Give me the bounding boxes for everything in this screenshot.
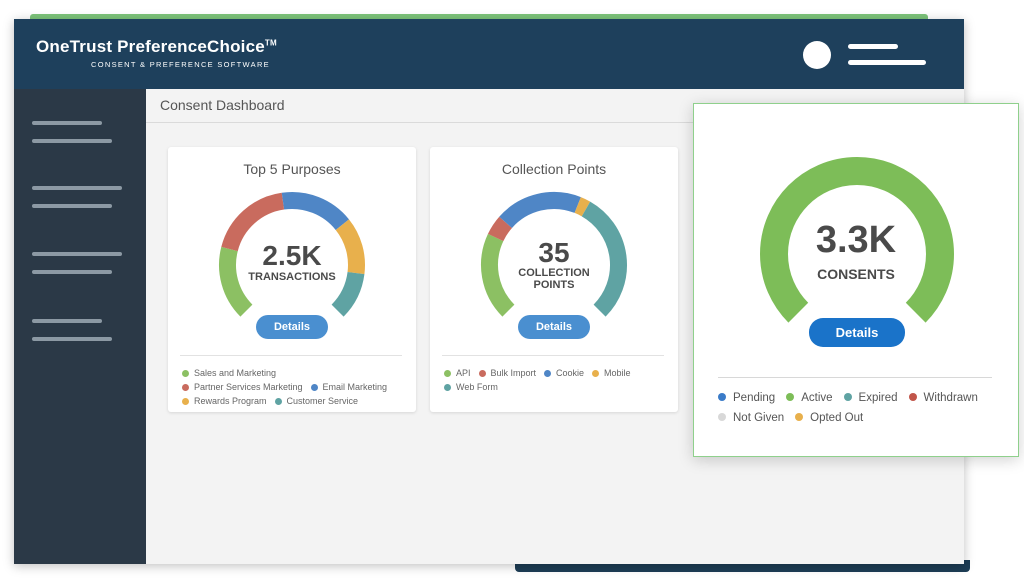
legend-item: Sales and Marketing (182, 366, 276, 380)
gauge-value: 2.5K (262, 240, 322, 271)
legend-dot-icon (182, 383, 189, 391)
legend-label: Customer Service (286, 396, 359, 406)
legend-label: Rewards Program (194, 396, 267, 406)
legend-item: Rewards Program (182, 394, 267, 408)
legend-label: Partner Services Marketing (194, 382, 303, 392)
gauge-label: COLLECTION POINTS (430, 267, 678, 291)
legend-dot-icon (544, 369, 552, 377)
brand-logo: OneTrust PreferenceChoiceTM (36, 37, 277, 57)
sidebar-item-2[interactable] (32, 186, 132, 214)
legend-dot-icon (786, 393, 795, 401)
legend-label: Cookie (556, 368, 585, 378)
gauge-value: 35 (538, 237, 570, 268)
gauge-segment-mobile (574, 197, 591, 217)
legend-dot-icon (908, 393, 917, 401)
gauge-segment-cookie (499, 192, 581, 229)
sidebar-item-4[interactable] (32, 319, 132, 347)
gauge-label: CONSENTS (817, 266, 895, 282)
legend-label: Sales and Marketing (194, 368, 277, 378)
legend-item: Bulk Import (478, 366, 537, 380)
legend-item: Active (786, 388, 833, 408)
legend-label: Email Marketing (322, 382, 388, 392)
legend-label: Expired (858, 392, 898, 404)
gauge-segment-bulk-import (487, 216, 513, 242)
avatar[interactable] (803, 41, 831, 69)
menu-icon[interactable] (848, 44, 926, 68)
sidebar (14, 89, 146, 564)
collection-points-card: Collection Points 35 COLLECTION POINTS D… (430, 147, 678, 412)
legend-dot-icon (274, 397, 282, 405)
legend-item: Web Form (444, 380, 498, 394)
legend-item: Not Given (718, 408, 784, 428)
trademark: TM (264, 38, 277, 48)
divider (442, 355, 664, 356)
legend-dot-icon (592, 369, 600, 377)
divider (180, 355, 402, 356)
gauge-label-text: COLLECTION POINTS (518, 267, 590, 291)
sidebar-item-1[interactable] (32, 121, 132, 149)
legend: API Bulk Import Cookie Mobile Web Form (444, 366, 674, 394)
legend-item: Opted Out (795, 408, 863, 428)
legend-label: Opted Out (810, 412, 864, 424)
legend: Pending Active Expired Withdrawn Not Given Op… (718, 388, 1008, 428)
legend-item: API (444, 366, 471, 380)
gauge-label: TRANSACTIONS (248, 271, 336, 283)
divider (718, 377, 992, 378)
legend-dot-icon (478, 369, 486, 377)
legend-item: Customer Service (274, 394, 359, 408)
legend-dot-icon (718, 393, 726, 401)
legend-label: Mobile (604, 368, 631, 378)
legend-item: Withdrawn (908, 388, 978, 408)
top-purposes-card: Top 5 Purposes 2.5K TRANSACTIONS Details… (168, 147, 416, 412)
top-bar: OneTrust PreferenceChoiceTM CONSENT & PR… (14, 19, 964, 89)
legend-label: Not Given (733, 412, 785, 424)
legend-item: Pending (718, 388, 775, 408)
legend-item: Partner Services Marketing (182, 380, 303, 394)
legend-dot-icon (444, 369, 451, 377)
page-title: Consent Dashboard (160, 97, 285, 113)
details-button[interactable]: Details (809, 318, 905, 347)
brand-tagline: CONSENT & PREFERENCE SOFTWARE (91, 60, 270, 69)
legend-dot-icon (444, 383, 451, 391)
consents-popup: 3.3K CONSENTS Details Pending Active Expir… (693, 103, 1019, 457)
legend-item: Email Marketing (310, 380, 388, 394)
card-title: Top 5 Purposes (243, 161, 341, 177)
legend-item: Mobile (592, 366, 631, 380)
legend-item: Cookie (544, 366, 584, 380)
gauge-segment-email-marketing (281, 192, 349, 231)
legend-label: Active (801, 392, 833, 404)
gauge-value: 3.3K (815, 219, 897, 261)
legend-label: Withdrawn (923, 392, 978, 404)
legend-item: Expired (843, 388, 898, 408)
legend-dot-icon (718, 413, 726, 421)
brand-name: OneTrust PreferenceChoice (36, 37, 265, 56)
details-button[interactable]: Details (256, 315, 328, 339)
details-button[interactable]: Details (518, 315, 590, 339)
legend-label: Pending (733, 392, 776, 404)
card-title: Collection Points (501, 161, 607, 177)
legend-label: Web Form (456, 382, 498, 392)
legend: Sales and Marketing Partner Services Mark… (182, 366, 412, 408)
legend-label: Bulk Import (490, 368, 537, 378)
legend-dot-icon (182, 369, 189, 377)
legend-dot-icon (310, 383, 318, 391)
legend-dot-icon (795, 413, 804, 421)
legend-dot-icon (182, 397, 189, 405)
legend-label: API (456, 368, 471, 378)
sidebar-item-3[interactable] (32, 252, 132, 280)
legend-dot-icon (843, 393, 852, 401)
